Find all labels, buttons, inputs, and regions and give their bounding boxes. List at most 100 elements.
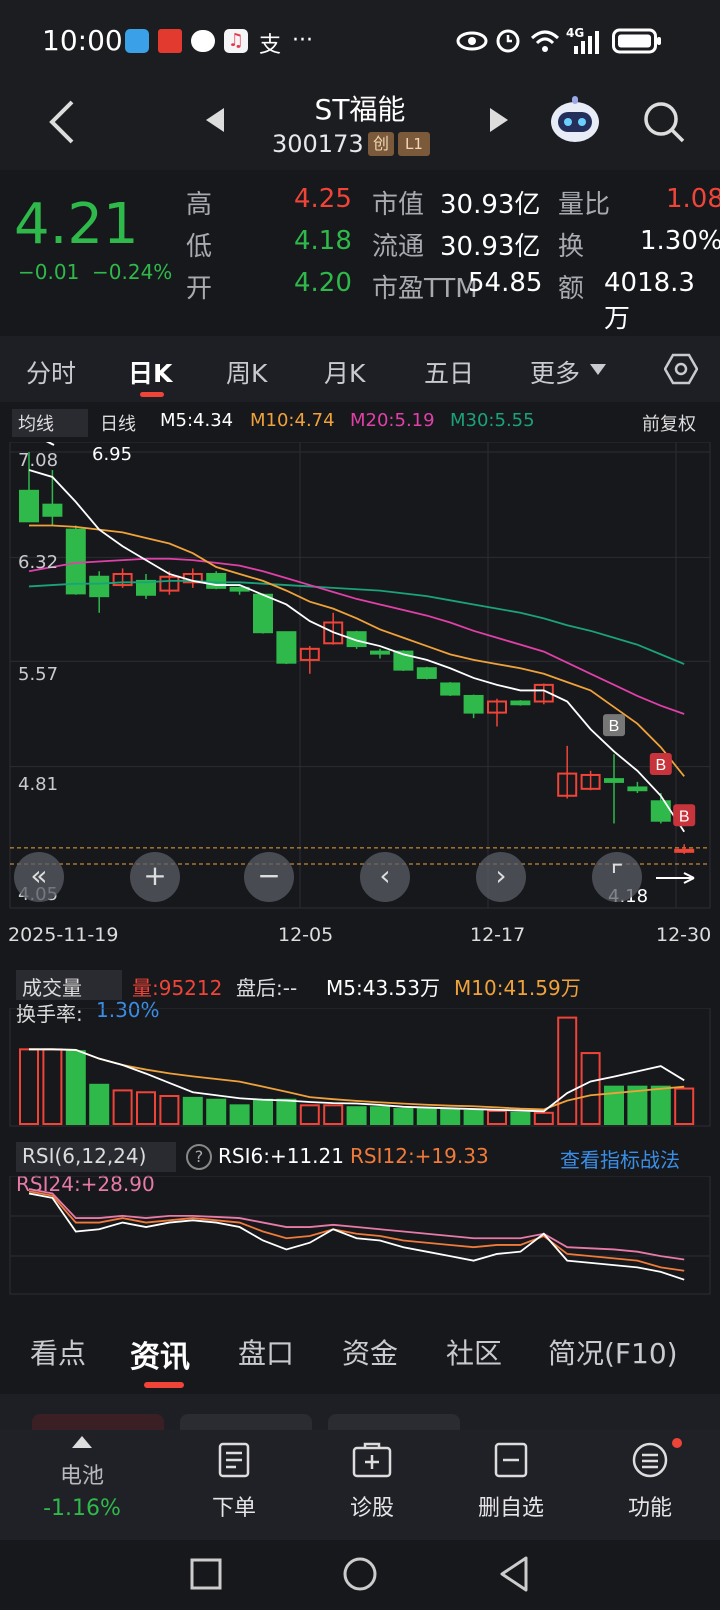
news-chip[interactable] [32,1414,164,1430]
volume-bar [416,1108,437,1125]
candle-body [674,848,695,853]
scroll-right-button[interactable]: › [476,852,526,902]
eye-icon [456,31,488,51]
mktcap-label: 市值 [372,190,425,220]
tab-five-day[interactable]: 五日 [424,354,474,390]
info-tab-profile[interactable]: 简况(F10) [548,1332,678,1372]
prev-stock-icon[interactable] [206,108,226,132]
open-value: 4.20 [294,268,352,298]
news-chip[interactable] [328,1414,460,1430]
ma5-value: M5:4.34 [160,410,234,431]
back-icon[interactable] [46,100,76,144]
fullscreen-button[interactable]: ⌜ [592,852,642,902]
volume-selector-label: 成交量 [22,976,82,1000]
candle-body [42,503,63,517]
remove-watch-icon [494,1442,528,1478]
tab-intraday[interactable]: 分时 [26,354,76,390]
home-icon[interactable] [342,1556,378,1592]
volume-bar [510,1111,531,1126]
sector-name[interactable]: 电池 [22,1458,142,1490]
volume-chart [9,1008,711,1127]
min-arrow [656,872,695,884]
vol-m10: M10:41.59万 [454,976,581,1000]
expand-up-icon[interactable] [72,1436,92,1448]
ma-selector-label: 均线 [18,414,54,435]
info-tab-orderbook[interactable]: 盘口 [238,1332,294,1372]
y-label-max: 7.08 [18,450,59,471]
volume-bar [19,1048,39,1125]
diagnose-icon [352,1442,392,1478]
amount-label: 额 [558,274,585,304]
status-time: 10:00 [42,24,123,57]
rsi-strategy-link[interactable]: 查看指标战法 [560,1144,680,1173]
tab-weekly-k[interactable]: 周K [226,354,267,390]
volume-header: 成交量 量:95212 盘后:-- M5:43.53万 M10:41.59万 换… [0,964,720,1026]
candle-body [510,700,531,706]
functions-button[interactable]: 功能 [590,1490,710,1522]
menu-icon [632,1442,668,1478]
volume-ma5-line [29,1048,685,1113]
volume-ma10-line [29,1048,685,1111]
volume-value: 量:95212 [132,976,223,1000]
ma20-value: M20:5.19 [350,410,435,431]
candle-body [627,786,648,792]
ma30-line [28,580,685,665]
info-tab-community[interactable]: 社区 [446,1332,502,1372]
low-value: 4.18 [294,226,352,256]
info-tab-capital[interactable]: 资金 [342,1332,398,1372]
zoom-in-button[interactable]: + [130,852,180,902]
candle-body [440,682,461,696]
alipay-app-icon: 支 [259,33,282,58]
ai-robot-icon[interactable] [548,94,602,146]
tab-more[interactable]: 更多 [530,354,580,390]
back-nav-icon[interactable] [498,1556,530,1592]
tab-daily-k[interactable]: 日K [128,354,172,390]
next-stock-icon[interactable] [488,108,508,132]
candle-body [89,575,110,598]
after-hours-value: 盘后:-- [236,976,298,1000]
volume-bar [463,1109,484,1126]
volume-bar [557,1016,578,1126]
rsi-selector-label: RSI(6,12,24) [22,1144,147,1168]
news-chip-row [0,1394,720,1430]
order-button[interactable]: 下单 [174,1490,294,1522]
max-price-marker: 6.95 [92,444,133,465]
bottom-nav: 电池 -1.16% 下单 诊股 删自选 功能 [0,1430,720,1540]
chart-settings-icon[interactable] [664,352,698,386]
high-label: 高 [186,190,213,220]
ma10-line [29,524,685,777]
news-chip[interactable] [180,1414,312,1430]
rsi12-value: RSI12:+19.33 [350,1144,489,1168]
wifi-icon [530,30,560,52]
scroll-left-button[interactable]: ‹ [360,852,410,902]
info-tab-highlights[interactable]: 看点 [30,1332,86,1372]
tab-monthly-k[interactable]: 月K [324,354,365,390]
volume-bar [276,1098,297,1125]
zoom-out-button[interactable]: « [14,852,64,902]
candle-body [19,489,39,523]
vol-m5: M5:43.53万 [326,976,440,1000]
order-icon [218,1442,250,1478]
rsi-frame [9,1176,711,1295]
candle-body [604,778,624,783]
chinext-badge: 创 [368,132,394,156]
search-icon[interactable] [642,100,686,144]
minus-button[interactable]: − [244,852,294,902]
recent-apps-icon[interactable] [190,1558,222,1590]
volume-bar [42,1048,63,1125]
help-icon[interactable]: ? [186,1144,212,1170]
level-badge: L1 [398,132,430,156]
diagnose-button[interactable]: 诊股 [312,1490,432,1522]
adjust-mode[interactable]: 前复权 [642,410,696,436]
stock-code: 300173 [272,130,364,158]
news-app-icon [158,29,182,53]
volume-bar [487,1109,507,1126]
book-app-icon [125,29,149,53]
volratio-value: 1.08 [666,184,720,214]
info-tab-news[interactable]: 资讯 [130,1332,190,1376]
remove-watch-button[interactable]: 删自选 [451,1490,571,1522]
candle-body [253,593,273,634]
period-label: 日线 [100,414,136,435]
info-tabs: 看点 资讯 盘口 资金 社区 简况(F10) [0,1306,720,1394]
volume-bar [206,1098,227,1125]
